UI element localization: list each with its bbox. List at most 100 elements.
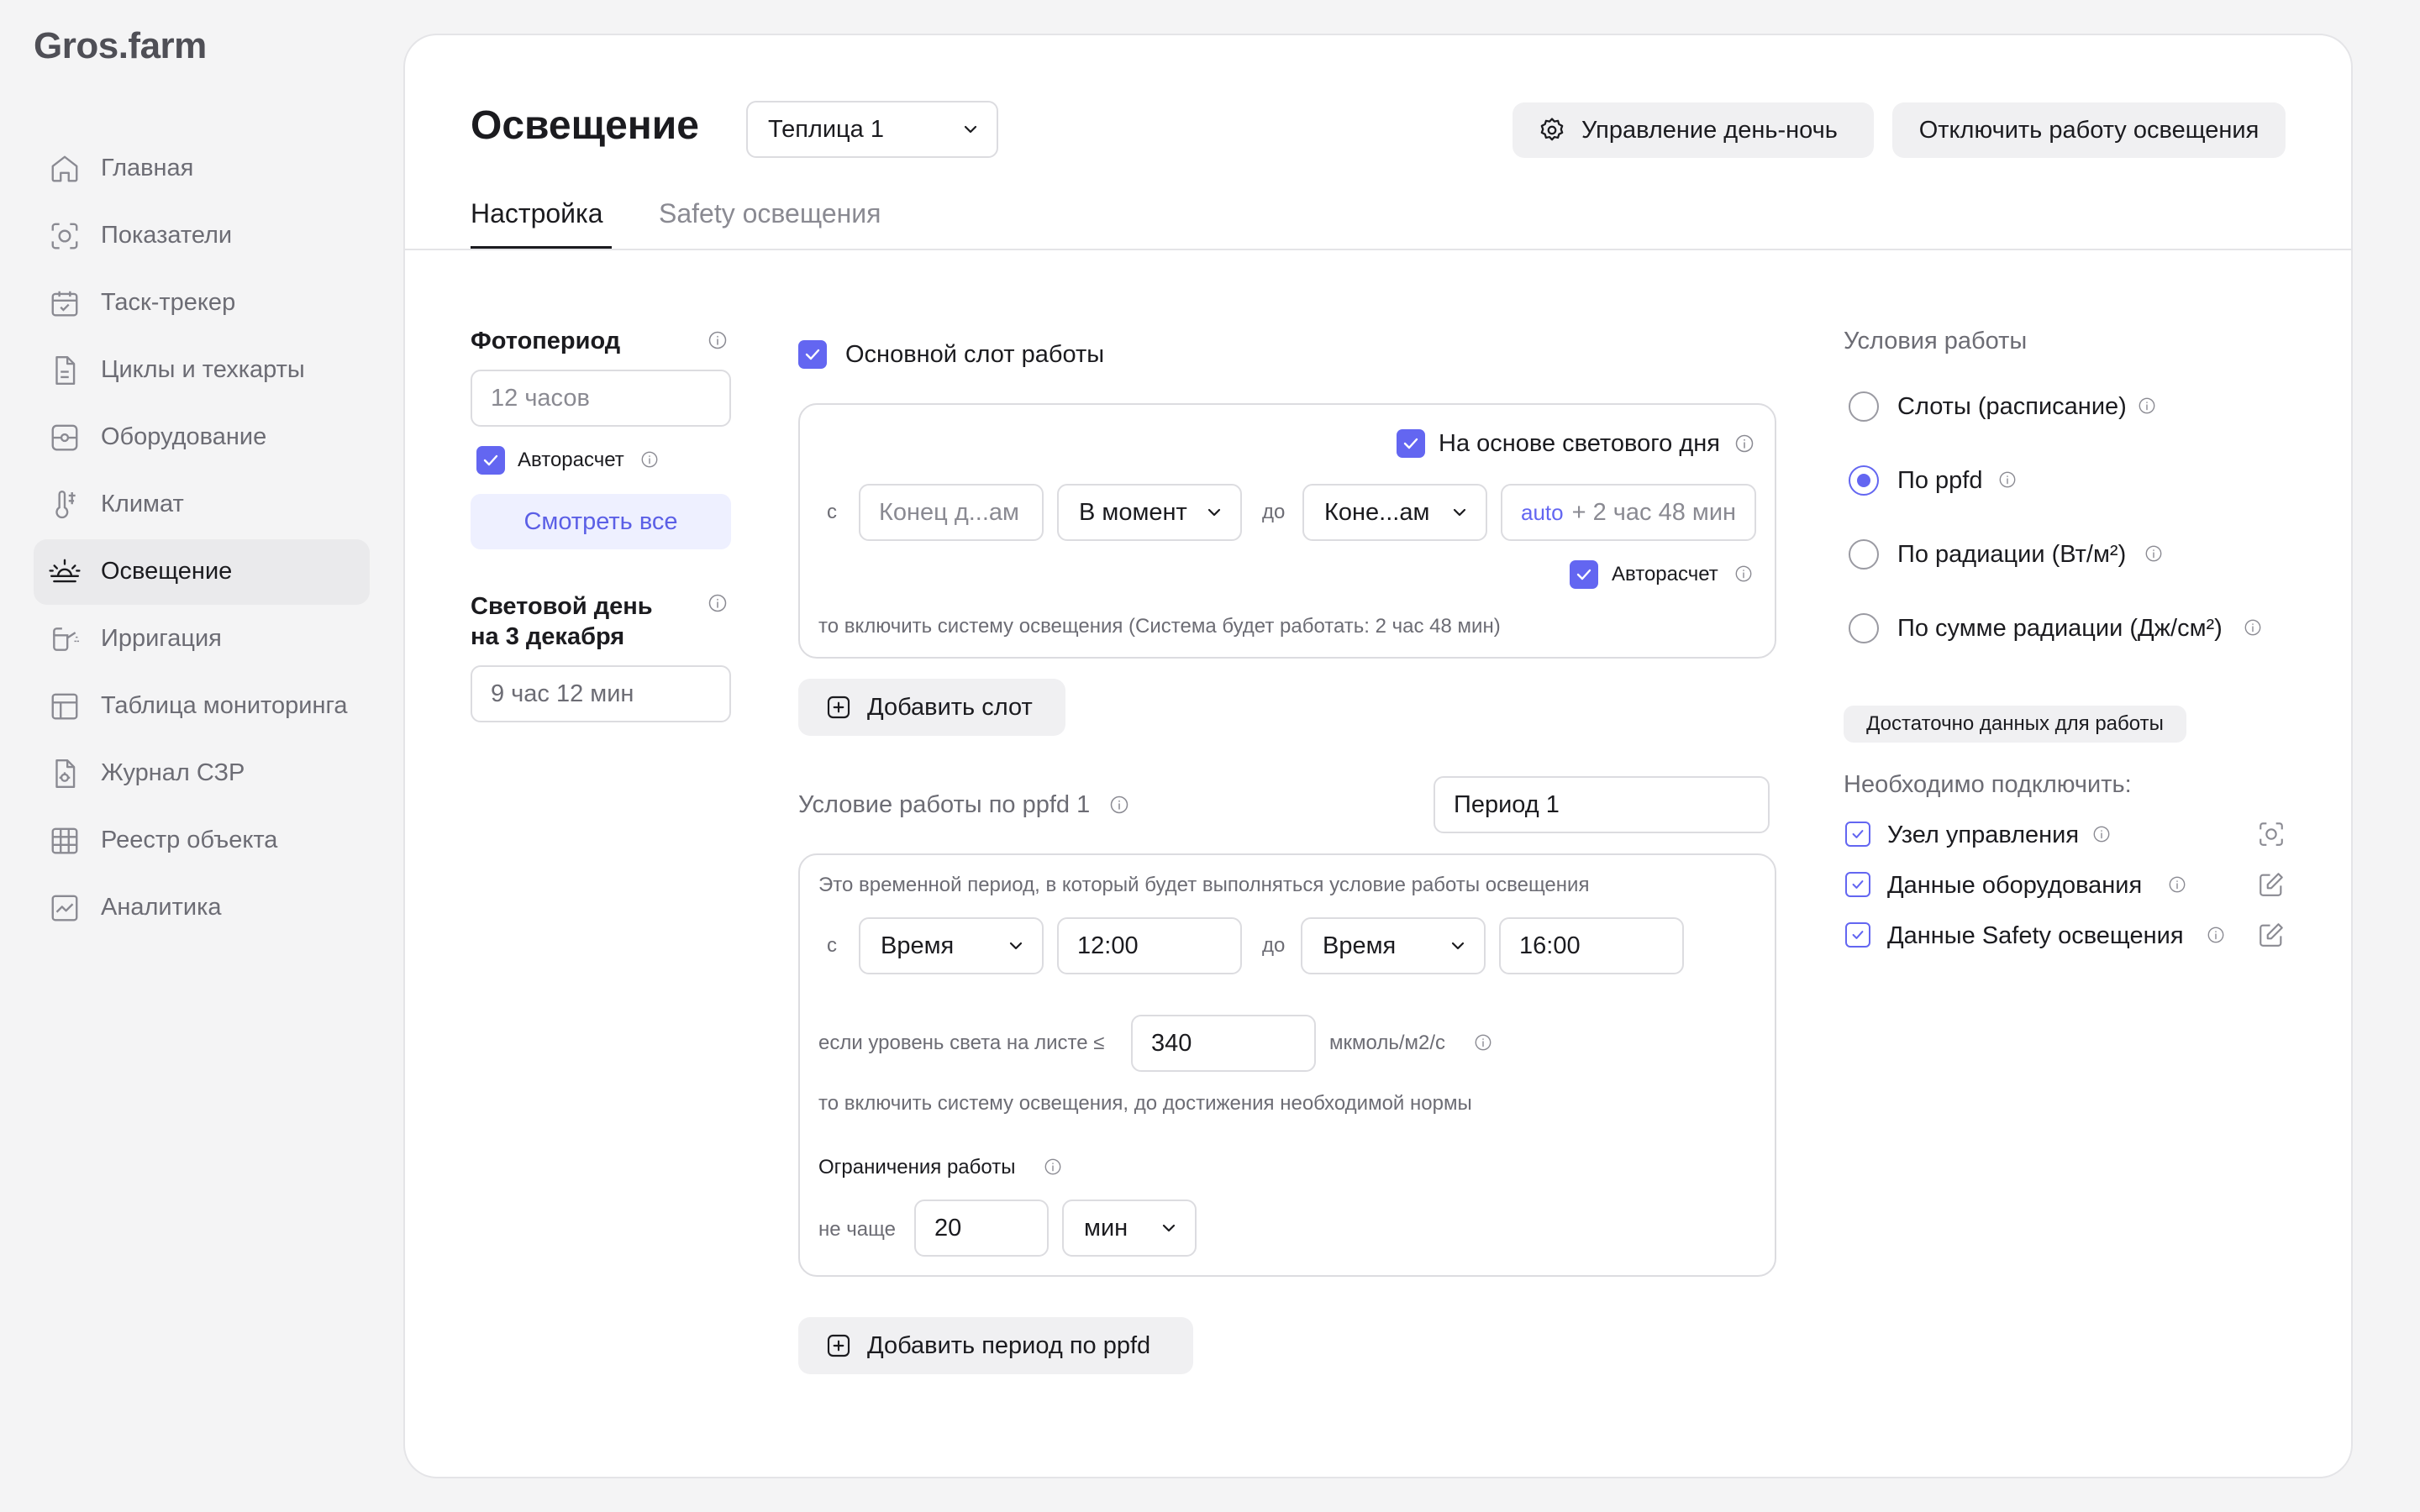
sidebar-item-label: Ирригация (101, 625, 222, 652)
sidebar-item-label: Реестр объекта (101, 827, 278, 853)
ppfd-to-type-select[interactable]: Время (1301, 917, 1486, 974)
check-icon (483, 454, 498, 466)
ppfd-threshold-input[interactable]: 340 (1131, 1015, 1316, 1072)
sidebar-item-label: Главная (101, 155, 194, 181)
slot-from-input[interactable]: Конец д...ам (859, 484, 1044, 541)
info-icon[interactable] (2207, 926, 2225, 944)
ppfd-from-time-input[interactable]: 12:00 (1057, 917, 1242, 974)
add-ppfd-period-button-label: Добавить период по ppfd (867, 1331, 1151, 1359)
sidebar-item-cycles[interactable]: Циклы и техкарты (34, 338, 370, 403)
edit-icon[interactable] (2257, 870, 2286, 899)
info-icon[interactable] (708, 330, 728, 350)
sidebar-item-indicators[interactable]: Показатели (34, 203, 370, 269)
analytics-icon (51, 895, 78, 921)
journal-icon (55, 759, 76, 789)
condition-label-ppfd: По ppfd (1897, 467, 1983, 494)
condition-radio-ppfd[interactable] (1849, 465, 1879, 496)
ppfd-unit-label: мкмоль/м2/с (1329, 1032, 1446, 1054)
sidebar-item-home[interactable]: Главная (34, 136, 370, 202)
document-icon (55, 355, 76, 386)
daylight-based-checkbox[interactable] (1397, 429, 1425, 458)
info-icon[interactable] (1734, 564, 1753, 583)
requirement-label-safety-data: Данные Safety освещения (1887, 922, 2184, 949)
check-icon (1852, 931, 1864, 939)
info-icon[interactable] (2244, 618, 2262, 637)
ppfd-condition-label: если уровень света на листе ≤ (818, 1032, 1105, 1054)
sidebar-item-object-registry[interactable]: Реестр объекта (34, 808, 370, 874)
requirement-checkbox-equipment-data[interactable] (1845, 872, 1870, 897)
enough-data-chip: Достаточно данных для работы (1844, 706, 2186, 743)
ppfd-to-type-value: Время (1323, 932, 1397, 959)
main-slot-label: Основной слот работы (845, 341, 1105, 368)
sidebar-item-journal[interactable]: Журнал СЗР (34, 741, 370, 806)
conditions-title: Условия работы (1844, 328, 2028, 354)
sidebar-item-climate[interactable]: Климат (34, 472, 370, 538)
condition-radio-radiation-sum[interactable] (1849, 613, 1879, 643)
condition-label-radiation: По радиации (Вт/м²) (1897, 541, 2127, 568)
slot-from-label: с (827, 501, 837, 523)
chevron-down-icon (1162, 1224, 1176, 1232)
info-icon[interactable] (2092, 825, 2111, 843)
view-all-button[interactable]: Смотреть все (471, 494, 731, 549)
slot-to-select[interactable]: Коне...ам (1302, 484, 1487, 541)
edit-icon[interactable] (2257, 921, 2286, 949)
info-icon[interactable] (708, 593, 728, 613)
ppfd-to-time-input[interactable]: 16:00 (1499, 917, 1684, 974)
info-icon[interactable] (640, 450, 659, 469)
slot-moment-select[interactable]: В момент (1057, 484, 1242, 541)
ppfd-from-type-select[interactable]: Время (859, 917, 1044, 974)
info-icon[interactable] (1734, 433, 1754, 454)
ppfd-interval-unit-value: мин (1084, 1214, 1128, 1242)
info-icon[interactable] (2138, 396, 2156, 415)
condition-radio-slots[interactable] (1849, 391, 1879, 422)
slot-to-label: до (1262, 501, 1286, 523)
day-night-button[interactable]: Управление день-ночь (1512, 102, 1874, 158)
tab-settings[interactable]: Настройка (471, 198, 603, 229)
requirement-checkbox-safety-data[interactable] (1845, 922, 1870, 948)
photoperiod-autocalc-checkbox[interactable] (476, 446, 505, 475)
check-icon (805, 349, 820, 360)
slot-duration-value: + 2 час 48 мин (1571, 498, 1737, 526)
daylight-based-label: На основе светового дня (1439, 430, 1720, 457)
ppfd-description: Это временной период, в который будет вы… (818, 874, 1590, 896)
daylight-date-label: на 3 декабря (471, 623, 625, 650)
add-ppfd-period-button[interactable]: Добавить период по ppfd (798, 1317, 1193, 1374)
app-logo[interactable]: Gros.farm (34, 25, 207, 67)
greenhouse-select[interactable]: Теплица 1 (746, 101, 998, 158)
sidebar-item-lighting[interactable]: Освещение (34, 539, 370, 605)
info-icon[interactable] (1044, 1158, 1062, 1176)
info-icon[interactable] (1998, 470, 2017, 489)
slot-duration-input[interactable]: auto + 2 час 48 мин (1501, 484, 1756, 541)
sidebar-item-monitoring-table[interactable]: Таблица мониторинга (34, 674, 370, 739)
condition-label-radiation-sum: По сумме радиации (Дж/см²) (1897, 615, 2223, 642)
ppfd-interval-input[interactable]: 20 (914, 1200, 1049, 1257)
main-slot-checkbox[interactable] (798, 340, 827, 369)
disable-lighting-button[interactable]: Отключить работу освещения (1892, 102, 2286, 158)
slot-autocalc-checkbox[interactable] (1570, 560, 1598, 589)
chevron-down-icon (1207, 508, 1221, 517)
ppfd-interval-unit-select[interactable]: мин (1062, 1200, 1197, 1257)
sensor-icon[interactable] (2257, 820, 2286, 848)
slot-moment-value: В момент (1079, 498, 1187, 526)
info-icon[interactable] (2168, 875, 2186, 894)
sidebar-item-equipment[interactable]: Оборудование (34, 405, 370, 470)
table-icon (51, 693, 78, 720)
info-icon[interactable] (1109, 795, 1129, 815)
check-icon (1576, 569, 1591, 580)
sidebar-item-analytics[interactable]: Аналитика (34, 875, 370, 941)
sidebar-item-task-tracker[interactable]: Таск-трекер (34, 270, 370, 336)
info-icon[interactable] (2144, 544, 2163, 563)
period-name-input[interactable]: Период 1 (1434, 776, 1770, 833)
greenhouse-select-value: Теплица 1 (768, 115, 884, 143)
info-icon[interactable] (1474, 1033, 1492, 1052)
condition-radio-radiation[interactable] (1849, 539, 1879, 570)
tab-safety-lighting[interactable]: Safety освещения (659, 198, 881, 229)
requirement-checkbox-control-node[interactable] (1845, 822, 1870, 847)
photoperiod-input[interactable]: 12 часов (471, 370, 731, 427)
sidebar-item-label: Таблица мониторинга (101, 692, 348, 719)
chevron-down-icon (1453, 508, 1466, 517)
sidebar-item-irrigation[interactable]: Ирригация (34, 606, 370, 672)
daylight-input[interactable]: 9 час 12 мин (471, 665, 731, 722)
add-slot-button[interactable]: Добавить слот (798, 679, 1065, 736)
slot-autocalc-label: Авторасчет (1612, 563, 1718, 585)
